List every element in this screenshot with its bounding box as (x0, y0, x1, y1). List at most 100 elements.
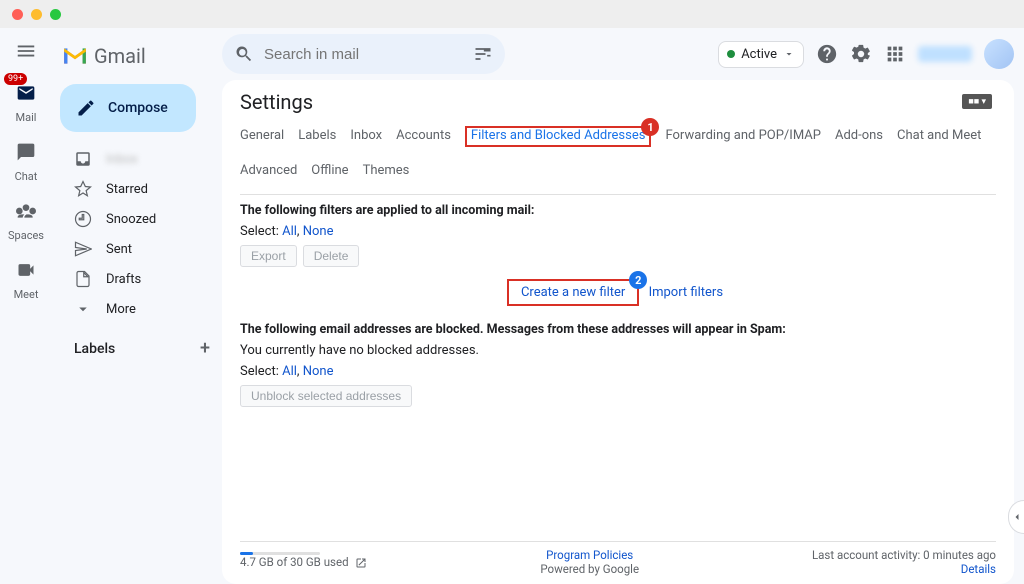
activity-details-link[interactable]: Details (812, 562, 996, 576)
compose-label: Compose (108, 100, 168, 116)
create-filter-highlight: Create a new filter 2 (507, 279, 639, 306)
sidebar: Gmail Compose Inbox Starred Snoozed Sent (52, 28, 222, 584)
tab-labels[interactable]: Labels (298, 126, 336, 147)
brand-text: Gmail (94, 44, 146, 68)
tab-chat-meet[interactable]: Chat and Meet (897, 126, 981, 147)
chevron-left-icon (1011, 511, 1023, 523)
sidebar-item-snoozed[interactable]: Snoozed (52, 204, 222, 234)
tab-inbox[interactable]: Inbox (350, 126, 382, 147)
status-label: Active (741, 47, 777, 62)
drafts-icon (74, 270, 92, 288)
status-chip[interactable]: Active (718, 41, 804, 68)
filters-export-button: Export (240, 245, 297, 267)
gmail-logo[interactable]: Gmail (52, 36, 222, 76)
sidebar-item-label: Starred (106, 182, 148, 197)
send-icon (74, 240, 92, 258)
sidebar-item-label: More (106, 302, 136, 317)
top-header: Active (222, 28, 1014, 76)
tab-accounts[interactable]: Accounts (396, 126, 451, 147)
clock-icon (74, 210, 92, 228)
chat-icon (16, 142, 36, 162)
window-titlebar (0, 0, 1024, 28)
search-options-icon[interactable] (473, 44, 493, 64)
pencil-icon (76, 98, 96, 118)
gmail-logo-icon (62, 46, 88, 66)
settings-panel: ■■ ▾ Settings General Labels Inbox Accou… (222, 80, 1014, 584)
powered-by-text: Powered by Google (540, 562, 639, 576)
sidebar-item-label: Inbox (106, 152, 138, 167)
settings-tabs: General Labels Inbox Accounts Filters an… (240, 126, 996, 180)
blocked-empty-text: You currently have no blocked addresses. (240, 343, 996, 358)
tab-label: Filters and Blocked Addresses (471, 128, 646, 143)
language-toggle[interactable]: ■■ ▾ (962, 94, 992, 109)
sidebar-item-inbox[interactable]: Inbox (52, 144, 222, 174)
select-label: Select: (240, 364, 279, 379)
rail-item-chat[interactable]: Chat (10, 136, 42, 183)
spaces-icon (16, 201, 36, 221)
account-avatar[interactable] (984, 39, 1014, 69)
tab-addons[interactable]: Add-ons (835, 126, 883, 147)
chevron-down-icon (783, 48, 795, 60)
annotation-badge-2: 2 (629, 271, 647, 289)
filters-select-none[interactable]: None (303, 224, 334, 239)
inbox-icon (74, 150, 92, 168)
main-menu-icon[interactable] (15, 40, 37, 65)
filters-delete-button: Delete (303, 245, 360, 267)
annotation-badge-1: 1 (641, 118, 659, 136)
blocked-select-all[interactable]: All (282, 364, 297, 379)
search-bar[interactable] (222, 34, 505, 74)
support-icon[interactable] (816, 43, 838, 65)
tab-forwarding[interactable]: Forwarding and POP/IMAP (665, 126, 821, 147)
rail-item-mail[interactable]: 99+ Mail (10, 77, 42, 124)
add-label-button[interactable]: + (200, 338, 210, 359)
search-icon (234, 44, 254, 64)
tab-general[interactable]: General (240, 126, 284, 147)
rail-label: Chat (15, 170, 38, 183)
rail-item-spaces[interactable]: Spaces (8, 195, 44, 242)
rail-label: Spaces (8, 229, 44, 242)
filters-select-all[interactable]: All (282, 224, 297, 239)
select-label: Select: (240, 224, 279, 239)
gear-icon[interactable] (850, 43, 872, 65)
last-activity-text: Last account activity: 0 minutes ago (812, 548, 996, 562)
meet-icon (16, 260, 36, 280)
status-dot-icon (727, 50, 735, 58)
sidebar-item-label: Snoozed (106, 212, 156, 227)
storage-text: 4.7 GB of 30 GB used (240, 555, 349, 569)
app-rail: 99+ Mail Chat Spaces Meet (0, 28, 52, 584)
tab-filters-blocked[interactable]: Filters and Blocked Addresses 1 (465, 126, 652, 147)
rail-item-meet[interactable]: Meet (10, 254, 42, 301)
tab-advanced[interactable]: Advanced (240, 161, 297, 180)
sidebar-item-label: Sent (106, 242, 132, 257)
tab-offline[interactable]: Offline (311, 161, 348, 180)
traffic-light-minimize-icon[interactable] (31, 9, 42, 20)
compose-button[interactable]: Compose (60, 84, 196, 132)
sidebar-item-label: Drafts (106, 272, 141, 287)
mail-icon (16, 83, 36, 103)
settings-footer: 4.7 GB of 30 GB used Program Policies Po… (240, 541, 996, 576)
filters-section-head: The following filters are applied to all… (240, 194, 996, 218)
apps-grid-icon[interactable] (884, 43, 906, 65)
chevron-down-icon (74, 300, 92, 318)
tab-themes[interactable]: Themes (363, 161, 410, 180)
traffic-light-zoom-icon[interactable] (50, 9, 61, 20)
search-input[interactable] (264, 46, 463, 63)
sidebar-item-drafts[interactable]: Drafts (52, 264, 222, 294)
sidebar-item-starred[interactable]: Starred (52, 174, 222, 204)
sidebar-item-sent[interactable]: Sent (52, 234, 222, 264)
open-in-new-icon[interactable] (355, 557, 367, 569)
rail-label: Mail (16, 111, 37, 124)
program-policies-link[interactable]: Program Policies (540, 548, 639, 562)
create-new-filter-link[interactable]: Create a new filter (521, 285, 625, 300)
page-title: Settings (240, 90, 996, 114)
traffic-light-close-icon[interactable] (12, 9, 23, 20)
import-filters-link[interactable]: Import filters (649, 285, 723, 300)
rail-label: Meet (14, 288, 39, 301)
mail-unread-badge: 99+ (4, 73, 27, 85)
account-name-redacted (918, 46, 972, 62)
star-icon (74, 180, 92, 198)
unblock-button: Unblock selected addresses (240, 385, 412, 407)
blocked-select-none[interactable]: None (303, 364, 334, 379)
blocked-section-head: The following email addresses are blocke… (240, 314, 996, 337)
sidebar-item-more[interactable]: More (52, 294, 222, 324)
